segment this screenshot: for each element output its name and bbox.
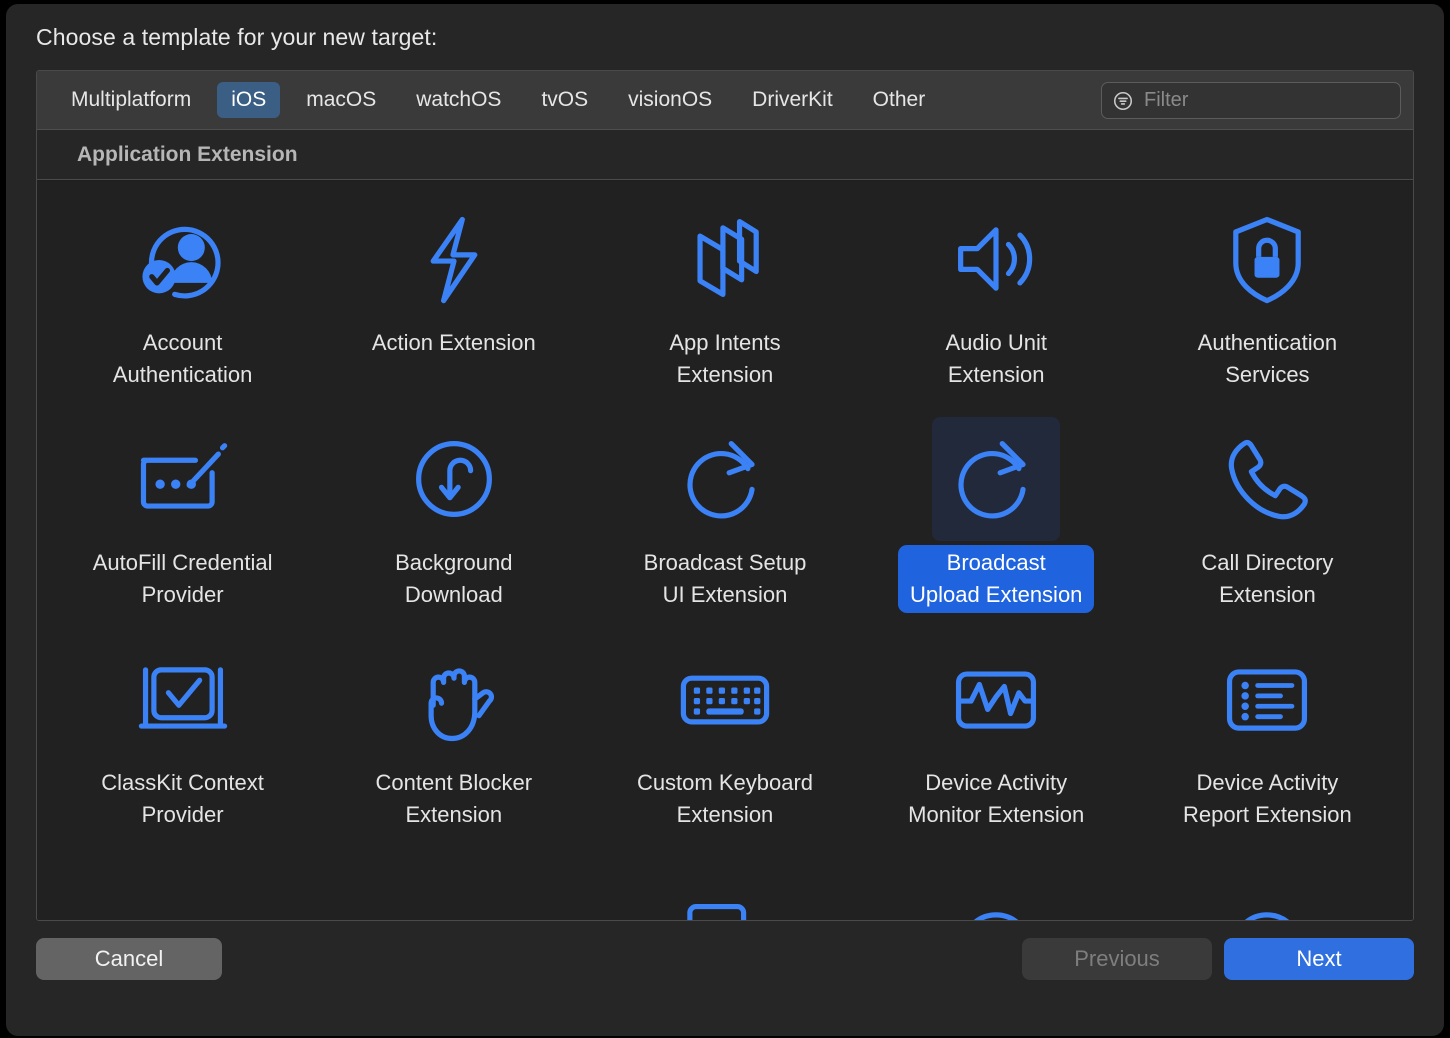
template-label: ClassKit Context Provider [101,770,264,827]
dome-icon [932,857,1060,920]
template-cell[interactable]: Custom Keyboard Extension [589,637,860,857]
shield-lock-icon [1203,197,1331,321]
search-input[interactable] [1142,88,1376,113]
template-grid-scroll-area[interactable]: Account Authentication Action Extension A… [37,181,1413,920]
template-label: App Intents Extension [669,330,781,387]
template-label: AutoFill Credential Provider [92,550,273,607]
template-cell[interactable]: ClassKit Context Provider [47,637,318,857]
template-label: Call Directory Extension [1201,550,1334,607]
puzzle-icon [661,857,789,920]
arc-triangle-icon [119,857,247,920]
template-chooser-dialog: Choose a template for your new target: M… [6,4,1444,1036]
previous-button[interactable]: Previous [1022,938,1212,980]
template-browser-panel: Multiplatform iOS macOS watchOS tvOS visionOS… [36,70,1414,921]
template-label: Broadcast Setup UI Extension [643,550,807,607]
template-label: Action Extension [371,330,536,355]
circle-download-arrow-icon [390,417,518,541]
template-cell[interactable] [589,857,860,920]
waveform-monitor-icon [932,637,1060,761]
template-cell[interactable]: Device Activity Monitor Extension [861,637,1132,857]
dialog-footer: Cancel Previous Next [6,921,1444,1036]
tab-ios[interactable]: iOS [217,82,281,118]
template-cell[interactable]: Account Authentication [47,197,318,417]
template-cell[interactable] [47,857,318,920]
speaker-waves-icon [932,197,1060,321]
template-cell[interactable] [318,857,589,920]
tab-multiplatform[interactable]: Multiplatform [57,82,205,118]
template-cell[interactable]: Device Activity Report Extension [1132,637,1403,857]
cancel-button[interactable]: Cancel [36,938,222,980]
tab-macos[interactable]: macOS [292,82,390,118]
checkmark-board-icon [119,637,247,761]
dome-swoosh-icon [1203,857,1331,920]
keyboard-icon [661,637,789,761]
phone-icon [1203,417,1331,541]
tab-visionos[interactable]: visionOS [614,82,726,118]
tab-other[interactable]: Other [859,82,940,118]
page-title: Choose a template for your new target: [36,24,438,50]
template-label: Content Blocker Extension [375,770,533,827]
filter-field-wrapper[interactable] [1101,82,1401,119]
tab-driverkit[interactable]: DriverKit [738,82,847,118]
filter-icon [1112,90,1134,112]
template-label: Device Activity Report Extension [1183,770,1352,827]
circular-arrow-icon [661,417,789,541]
template-cell[interactable]: Content Blocker Extension [318,637,589,857]
template-cell[interactable]: App Intents Extension [589,197,860,417]
template-cell[interactable]: Audio Unit Extension [861,197,1132,417]
template-label: Account Authentication [112,330,253,387]
template-cell[interactable]: Authentication Services [1132,197,1403,417]
tab-tvos[interactable]: tvOS [527,82,602,118]
template-label: Audio Unit Extension [945,330,1047,387]
lightning-bolt-icon [390,197,518,321]
template-cell[interactable]: Broadcast Upload Extension [861,417,1132,637]
raised-hand-icon [390,637,518,761]
tab-watchos[interactable]: watchOS [402,82,515,118]
template-label: Device Activity Monitor Extension [908,770,1085,827]
circular-arrow-icon [932,417,1061,541]
field-pencil-icon [119,417,247,541]
arc-triangle-icon [390,857,518,920]
platform-tabbar: Multiplatform iOS macOS watchOS tvOS visionOS… [37,71,1413,130]
template-cell[interactable]: AutoFill Credential Provider [47,417,318,637]
template-label: Background Download [395,550,513,607]
template-cell[interactable] [861,857,1132,920]
template-label: Authentication Services [1197,330,1338,387]
template-grid: Account Authentication Action Extension A… [37,181,1413,920]
list-report-icon [1203,637,1331,761]
template-label: Custom Keyboard Extension [636,770,814,827]
template-cell[interactable]: Call Directory Extension [1132,417,1403,637]
section-header: Application Extension [37,130,1413,180]
stacked-cards-icon [661,197,789,321]
person-check-icon [119,197,247,321]
template-cell[interactable]: Action Extension [318,197,589,417]
next-button[interactable]: Next [1224,938,1414,980]
template-label: Broadcast Upload Extension [897,545,1095,613]
template-cell[interactable]: Broadcast Setup UI Extension [589,417,860,637]
template-cell[interactable] [1132,857,1403,920]
template-cell[interactable]: Background Download [318,417,589,637]
